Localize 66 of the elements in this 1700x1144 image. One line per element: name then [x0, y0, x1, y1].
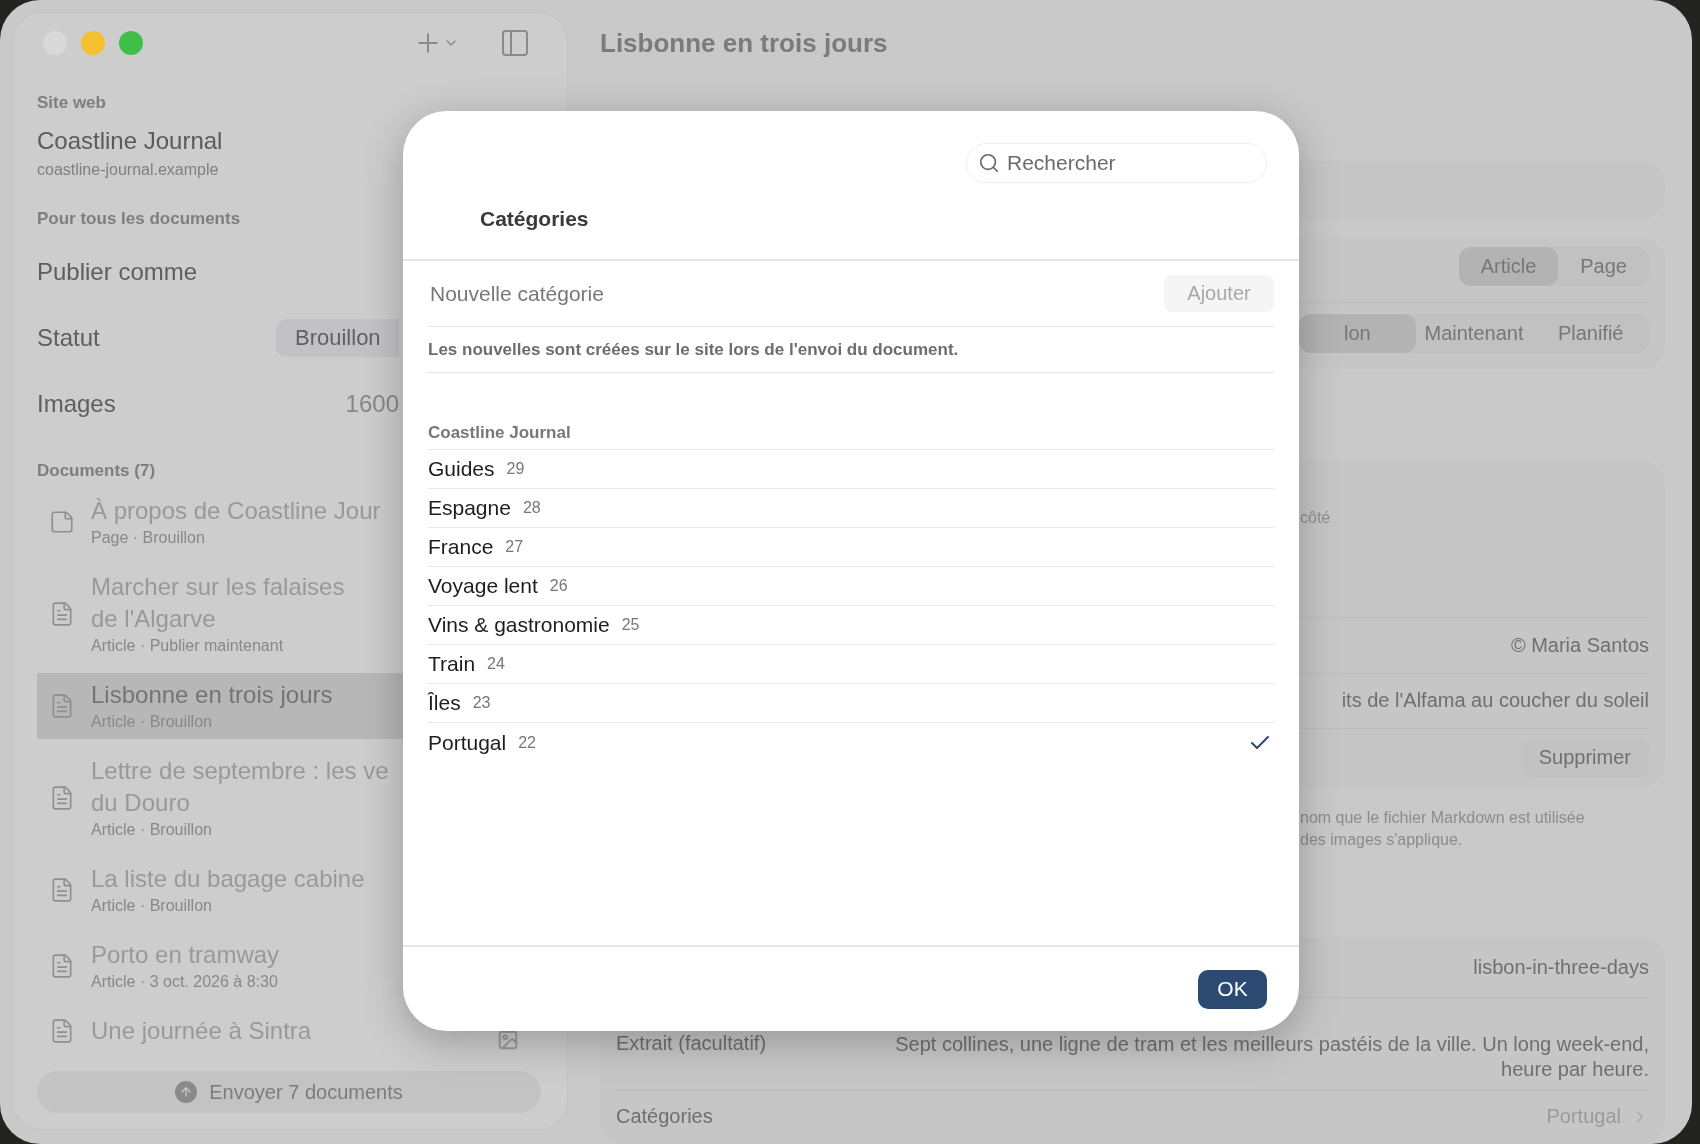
setting-label: Images	[37, 390, 116, 418]
category-row[interactable]: France 27	[428, 528, 1274, 567]
group-heading: Coastline Journal	[428, 417, 1274, 450]
category-name: Guides	[428, 457, 495, 481]
category-count: 22	[518, 733, 536, 752]
ok-button[interactable]: OK	[1198, 969, 1267, 1009]
sidebar-toggle-icon[interactable]	[499, 27, 531, 59]
status-popup-button[interactable]: Brouillon	[276, 319, 399, 357]
segment-tab[interactable]: lon	[1299, 314, 1416, 353]
zoom-window-button[interactable]	[119, 31, 143, 55]
categories-label: Catégories	[616, 1105, 713, 1128]
category-name: Portugal	[428, 730, 507, 755]
send-button[interactable]: Envoyer 7 documents	[37, 1071, 541, 1113]
setting-label: Publier comme	[37, 258, 198, 286]
category-name: Îles	[428, 691, 461, 715]
setting-value: 1600	[345, 390, 399, 418]
segment-tab[interactable]: Planifié	[1532, 314, 1649, 353]
category-name: Espagne	[428, 496, 511, 520]
help-text: nom que le fichier Markdown est utilisée	[1300, 808, 1586, 828]
search-field[interactable]: Rechercher	[966, 143, 1267, 183]
document-title: Lisbonne en trois jours	[91, 680, 334, 710]
search-icon	[978, 152, 1000, 174]
site-url: coastline-journal.example	[37, 161, 220, 179]
category-count: 26	[549, 577, 568, 595]
category-row[interactable]: Voyage lent 26	[428, 567, 1274, 606]
site-name: Coastline Journal	[37, 127, 224, 155]
document-subtitle: Article · Brouillon	[91, 820, 213, 840]
segment-tab[interactable]: Maintenant	[1415, 314, 1533, 353]
category-row[interactable]: Îles 23	[428, 684, 1274, 723]
section-label: Pour tous les documents	[37, 209, 241, 229]
category-row[interactable]: Guides 29	[428, 450, 1274, 489]
upload-icon	[175, 1081, 198, 1103]
image-credit: © Maria Santos	[1510, 634, 1649, 658]
category-name: France	[428, 535, 494, 559]
segment-tab[interactable]: Page	[1558, 247, 1649, 286]
hint-text: Les nouvelles sont créées sur le site lors de l'envoi du document.	[428, 327, 1274, 373]
category-row[interactable]: Vins & gastronomie 25	[428, 606, 1274, 645]
category-name: Train	[428, 652, 476, 676]
dialog-title: Catégories	[480, 207, 590, 231]
category-count: 25	[621, 616, 640, 634]
section-label: Documents (7)	[37, 461, 156, 481]
category-count: 23	[472, 694, 491, 712]
category-count: 28	[522, 499, 541, 517]
category-name: Voyage lent	[428, 574, 538, 598]
category-count: 29	[506, 460, 525, 478]
category-count: 24	[487, 655, 505, 673]
document-title-heading: Lisbonne en trois jours	[600, 26, 889, 60]
excerpt-label: Extrait (facultatif)	[616, 1032, 767, 1056]
category-row[interactable]: Portugal 22	[428, 723, 1274, 762]
category-row[interactable]: Train 24	[428, 645, 1274, 684]
section-label: Site web	[37, 93, 106, 113]
document-subtitle: Article · 3 oct. 2026 à 8:30	[91, 972, 279, 992]
segment-tab[interactable]: Article	[1458, 247, 1559, 286]
document-subtitle: Article · Publier maintenant	[91, 636, 285, 656]
slug-value: lisbon-in-three-days	[1473, 955, 1649, 979]
setting-label: Statut	[37, 324, 100, 352]
category-row[interactable]: Espagne 28	[428, 489, 1274, 528]
document-subtitle: Page · Brouillon	[91, 528, 206, 548]
excerpt-text: Sept collines, une ligne de tram et les meilleurs pastéis de la ville. Un long week-end, heure par heure.	[894, 1032, 1649, 1082]
category-name: Vins & gastronomie	[428, 613, 610, 637]
page-icon	[49, 509, 75, 535]
document-subtitle: Article · Brouillon	[91, 896, 213, 916]
help-text: des images s'applique.	[1300, 830, 1464, 850]
image-caption: its de l'Alfama au coucher du soleil	[1341, 689, 1649, 713]
category-count: 27	[505, 538, 524, 556]
delete-button[interactable]: Supprimer	[1520, 738, 1649, 777]
